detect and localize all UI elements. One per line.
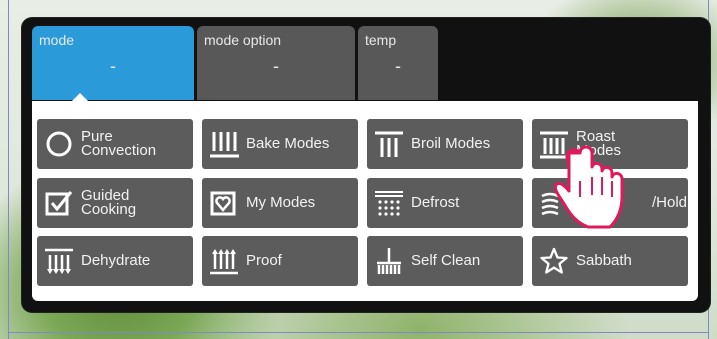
mode-label: Guided Cooking	[81, 187, 137, 218]
frame-bottom-border	[8, 332, 709, 333]
mode-label: Broil Modes	[411, 135, 491, 152]
mode-label: Pure Convection	[81, 128, 157, 159]
mode-button-proof[interactable]: Proof	[202, 236, 358, 286]
heart-icon	[202, 178, 246, 228]
dehydrate-icon	[37, 236, 81, 286]
tab-mode-option[interactable]: mode option -	[197, 26, 355, 100]
touch-pointer-icon	[553, 145, 624, 229]
mode-label: Dehydrate	[81, 252, 151, 269]
frame-left-border	[8, 0, 9, 339]
broil-icon	[367, 119, 411, 169]
selected-tab-pointer	[72, 93, 88, 101]
tab-mode-option-label: mode option	[204, 32, 282, 48]
broom-icon	[367, 236, 411, 286]
mode-button-pure-convection[interactable]: Pure Convection	[37, 119, 193, 169]
tab-mode-value: -	[110, 56, 116, 76]
tab-mode-option-value: -	[273, 56, 279, 76]
mode-button-guided-cooking[interactable]: Guided Cooking	[37, 178, 193, 228]
mode-button-bake-modes[interactable]: Bake Modes	[202, 119, 358, 169]
bake-icon	[202, 119, 246, 169]
checkbox-icon	[37, 178, 81, 228]
tab-temp[interactable]: temp -	[358, 26, 438, 100]
mode-label: My Modes	[246, 194, 316, 211]
defrost-icon	[367, 178, 411, 228]
mode-button-my-modes[interactable]: My Modes	[202, 178, 358, 228]
mode-button-defrost[interactable]: Defrost	[367, 178, 523, 228]
tab-mode[interactable]: mode -	[32, 26, 194, 100]
tab-mode-label: mode	[39, 32, 75, 48]
mode-label: Bake Modes	[246, 135, 330, 152]
circle-icon	[37, 119, 81, 169]
mode-button-dehydrate[interactable]: Dehydrate	[37, 236, 193, 286]
mode-label: /Hold	[652, 194, 688, 211]
mode-button-broil-modes[interactable]: Broil Modes	[367, 119, 523, 169]
mode-label: Defrost	[411, 194, 460, 211]
tab-temp-value: -	[395, 56, 401, 76]
tab-temp-label: temp	[365, 32, 397, 48]
mode-label: Proof	[246, 252, 282, 269]
mode-button-self-clean[interactable]: Self Clean	[367, 236, 523, 286]
mode-label: Sabbath	[576, 252, 632, 269]
proof-icon	[202, 236, 246, 286]
mode-label: Self Clean	[411, 252, 481, 269]
